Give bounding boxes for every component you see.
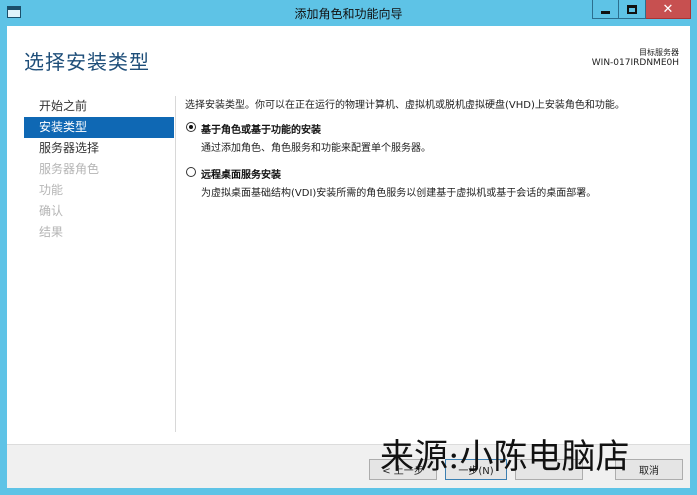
title-bar[interactable]: 添加角色和功能向导 ✕: [0, 0, 697, 26]
radio-remote-desktop[interactable]: [186, 167, 196, 177]
main-content: 选择安装类型。你可以在正在运行的物理计算机、虚拟机或脱机虚拟硬盘(VHD)上安装…: [185, 96, 680, 211]
maximize-button[interactable]: [619, 0, 646, 19]
sidebar-divider: [175, 96, 176, 432]
destination-server-label: 目标服务器: [639, 48, 679, 57]
close-icon: ✕: [662, 1, 674, 17]
wizard-client-area: 选择安装类型 目标服务器 WIN-017IRDNME0H 开始之前 安装类型 服…: [7, 26, 690, 488]
option-role-based-title: 基于角色或基于功能的安装: [201, 125, 321, 136]
minimize-icon: [601, 10, 610, 14]
nav-step-features: 功能: [39, 183, 64, 197]
nav-step-server-selection[interactable]: 服务器选择: [24, 138, 174, 159]
destination-server-name: WIN-017IRDNME0H: [591, 58, 679, 68]
radio-role-based[interactable]: [186, 122, 196, 132]
window-controls: ✕: [592, 0, 691, 19]
watermark-text: 来源:小陈电脑店: [380, 437, 630, 477]
option-role-based[interactable]: 基于角色或基于功能的安装 通过添加角色、角色服务和功能来配置单个服务器。: [185, 121, 680, 154]
nav-step-server-roles: 服务器角色: [39, 162, 100, 176]
option-remote-desktop-title: 远程桌面服务安装: [201, 170, 281, 181]
nav-step-confirmation: 确认: [39, 204, 64, 218]
close-button[interactable]: ✕: [646, 0, 691, 19]
wizard-steps-nav: 开始之前 安装类型 服务器选择 服务器角色 功能 确认 结果: [24, 96, 174, 243]
intro-text: 选择安装类型。你可以在正在运行的物理计算机、虚拟机或脱机虚拟硬盘(VHD)上安装…: [185, 100, 625, 111]
wizard-window: 添加角色和功能向导 ✕ 选择安装类型 目标服务器 WIN-017IRDNME0H…: [0, 0, 697, 495]
nav-step-results: 结果: [39, 225, 64, 239]
nav-step-installation-type[interactable]: 安装类型: [24, 117, 174, 138]
maximize-icon: [627, 4, 637, 14]
option-role-based-description: 通过添加角色、角色服务和功能来配置单个服务器。: [201, 143, 431, 154]
option-remote-desktop-description: 为虚拟桌面基础结构(VDI)安装所需的角色服务以创建基于虚拟机或基于会话的桌面部…: [201, 188, 597, 199]
option-remote-desktop[interactable]: 远程桌面服务安装 为虚拟桌面基础结构(VDI)安装所需的角色服务以创建基于虚拟机…: [185, 166, 680, 199]
page-title: 选择安装类型: [24, 50, 150, 74]
nav-step-before-you-begin[interactable]: 开始之前: [24, 96, 174, 117]
minimize-button[interactable]: [592, 0, 619, 19]
